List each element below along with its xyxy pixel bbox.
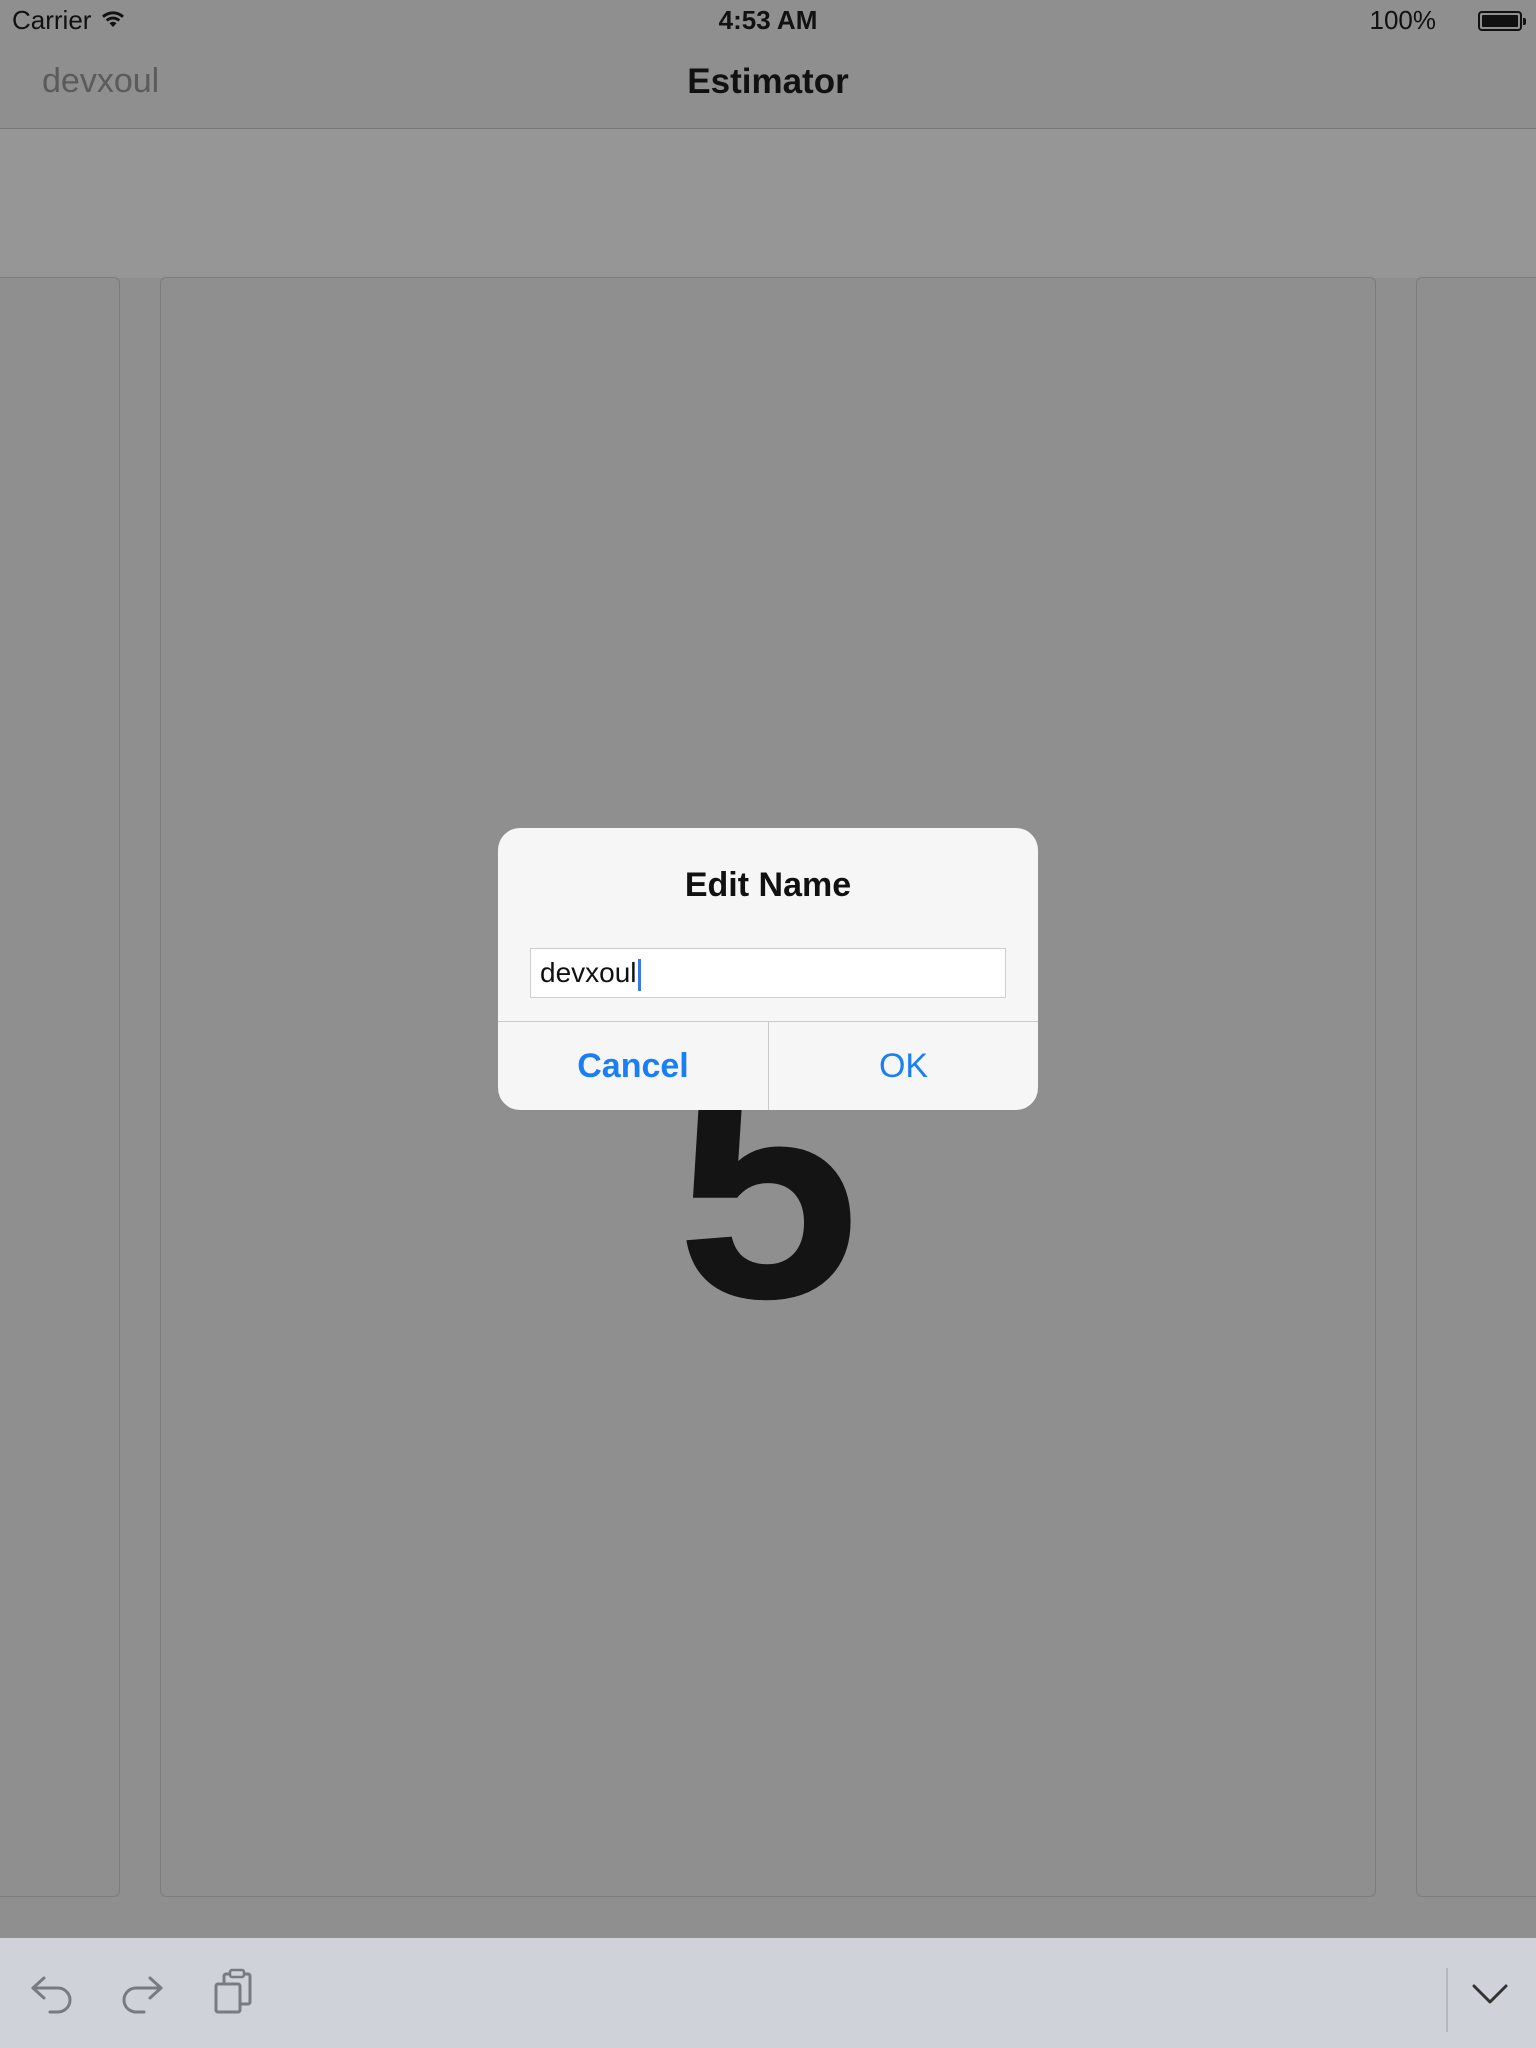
redo-icon[interactable] — [118, 1972, 166, 2021]
name-input-value: devxoul — [540, 957, 637, 988]
card-previous[interactable] — [0, 277, 120, 1897]
status-bar: Carrier 4:53 AM 100% — [0, 0, 1536, 40]
clock-label: 4:53 AM — [718, 5, 818, 35]
edit-name-alert: Edit Name devxoul Cancel OK — [498, 828, 1038, 1110]
text-cursor — [637, 958, 641, 991]
cancel-button[interactable]: Cancel — [498, 1022, 768, 1110]
keyboard-dismiss-icon[interactable] — [1470, 1978, 1510, 2013]
undo-icon[interactable] — [28, 1972, 76, 2021]
page-title: Estimator — [687, 62, 849, 101]
battery-percentage: 100% — [1369, 5, 1437, 35]
card-next[interactable] — [1416, 277, 1536, 1897]
toolbar-divider — [1446, 1968, 1448, 2032]
name-input[interactable]: devxoul — [530, 948, 1006, 998]
paste-icon[interactable] — [212, 1968, 256, 2021]
battery-icon — [1478, 11, 1526, 31]
navigation-bar: devxoul Estimator — [0, 40, 1536, 129]
keyboard-shortcut-bar — [0, 1938, 1536, 2048]
content-header-area — [0, 129, 1536, 278]
ok-button[interactable]: OK — [769, 1022, 1038, 1110]
alert-title: Edit Name — [684, 866, 852, 904]
